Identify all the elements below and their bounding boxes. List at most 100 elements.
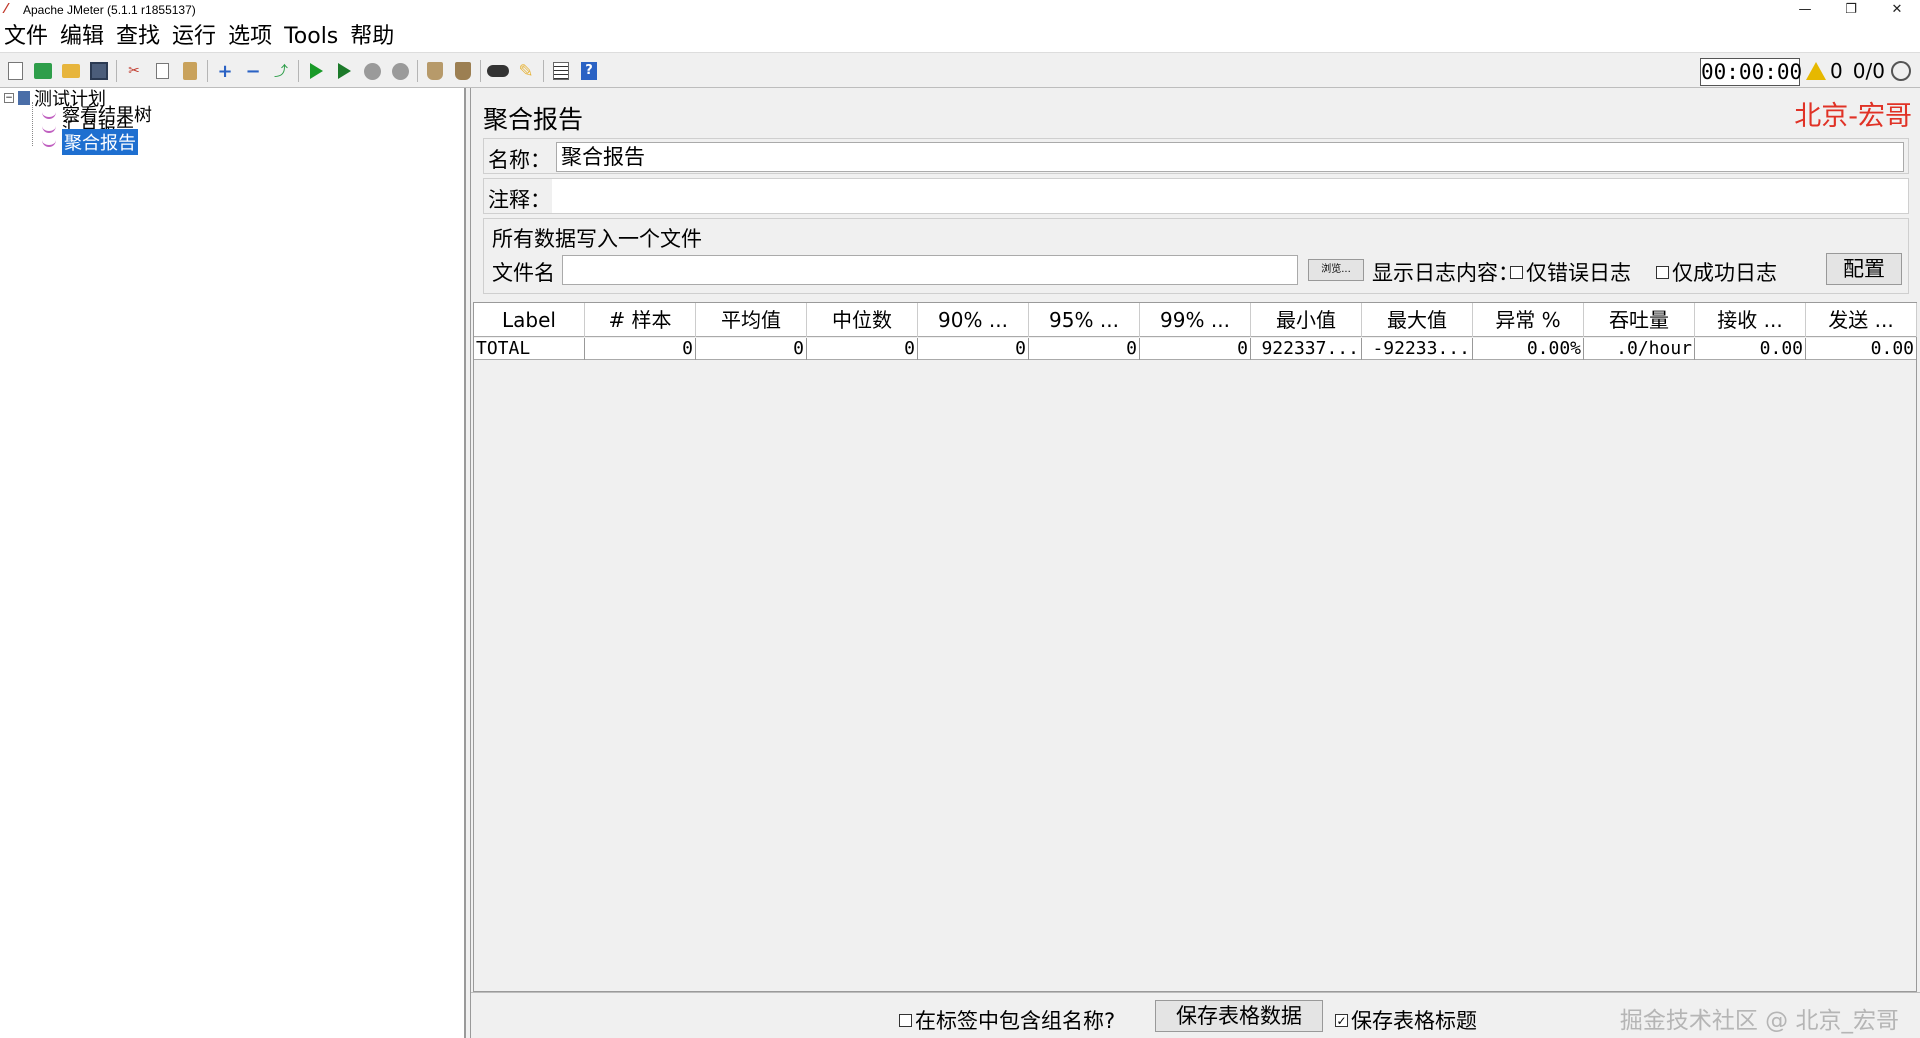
test-plan-icon (18, 91, 30, 105)
checkbox-box[interactable] (1510, 265, 1523, 279)
success-only-label: 仅成功日志 (1672, 261, 1777, 285)
restore-button[interactable]: ❐ (1828, 0, 1874, 22)
table-cell: 0.00 (1695, 338, 1806, 360)
table-cell: 0.00% (1473, 338, 1584, 360)
name-row: 名称： 聚合报告 (483, 138, 1909, 174)
reset-search-icon[interactable]: ✎ (515, 60, 537, 82)
table-cell: 0 (1029, 338, 1140, 360)
checkbox-box[interactable] (1335, 1013, 1348, 1027)
shutdown-icon[interactable] (389, 60, 411, 82)
log-display-label: 显示日志内容： (1372, 261, 1519, 285)
menu-search[interactable]: 查找 (116, 23, 160, 51)
save-table-data-button[interactable]: 保存表格数据 (1155, 1000, 1323, 1032)
menu-edit[interactable]: 编辑 (60, 23, 104, 51)
toolbar-separator (543, 60, 544, 82)
name-field[interactable]: 聚合报告 (556, 142, 1904, 172)
errors-only-label: 仅错误日志 (1526, 261, 1631, 285)
start-no-pause-icon[interactable] (333, 60, 355, 82)
filename-field[interactable] (562, 255, 1298, 285)
column-header[interactable]: 最大值 (1362, 303, 1473, 337)
templates-icon[interactable] (32, 60, 54, 82)
site-watermark: 掘金技术社区 @ 北京_宏哥 (1619, 1008, 1899, 1034)
cut-icon[interactable]: ✂ (123, 60, 145, 82)
toolbar-separator (417, 60, 418, 82)
copy-icon[interactable] (151, 60, 173, 82)
warning-count: 0 (1830, 59, 1843, 83)
table-cell: TOTAL (474, 338, 585, 360)
file-group-title: 所有数据写入一个文件 (492, 227, 702, 251)
author-watermark: 北京-宏哥 (1794, 101, 1912, 132)
checkbox-box[interactable] (1656, 265, 1669, 279)
new-icon[interactable] (4, 60, 26, 82)
stop-icon[interactable] (361, 60, 383, 82)
comment-label: 注释： (488, 188, 551, 212)
search-icon[interactable] (487, 60, 509, 82)
active-threads: 0/0 (1852, 59, 1885, 83)
column-header[interactable]: 接收 ... (1695, 303, 1806, 337)
test-plan-tree-panel: − 测试计划 察看结果树 汇总报告 聚合报告 (0, 88, 466, 1038)
start-icon[interactable] (305, 60, 327, 82)
menu-tools[interactable]: Tools (284, 23, 338, 51)
include-group-name-label: 在标签中包含组名称? (915, 1009, 1116, 1033)
table-cell: 922337... (1251, 338, 1362, 360)
success-only-checkbox[interactable]: 仅成功日志 (1656, 257, 1777, 287)
help-icon[interactable]: ? (578, 60, 600, 82)
title-bar: ⁄ Apache JMeter (5.1.1 r1855137) — ❐ ✕ (0, 0, 1920, 22)
column-header[interactable]: 平均值 (696, 303, 807, 337)
column-header[interactable]: 99% ... (1140, 303, 1251, 337)
configure-button[interactable]: 配置 (1826, 253, 1902, 285)
menu-options[interactable]: 选项 (228, 23, 272, 51)
collapse-toggle-icon[interactable]: − (4, 93, 14, 103)
table-cell: 0.00 (1806, 338, 1917, 360)
browse-button[interactable]: 浏览... (1308, 259, 1364, 281)
table-cell: 0 (696, 338, 807, 360)
save-table-header-checkbox[interactable]: 保存表格标题 (1335, 1005, 1477, 1035)
include-group-name-checkbox[interactable]: 在标签中包含组名称? (899, 1005, 1115, 1035)
column-header[interactable]: 95% ... (1029, 303, 1140, 337)
elapsed-timer: 00:00:00 (1700, 58, 1803, 86)
save-table-header-label: 保存表格标题 (1351, 1009, 1477, 1033)
column-header[interactable]: # 样本 (585, 303, 696, 337)
table-cell: .0/hour (1584, 338, 1695, 360)
toolbar-separator (298, 60, 299, 82)
write-to-file-group: 所有数据写入一个文件 文件名 浏览... 显示日志内容： 仅错误日志 仅成功日志… (483, 218, 1909, 294)
paste-icon[interactable] (179, 60, 201, 82)
listener-icon (42, 137, 56, 147)
function-helper-icon[interactable] (550, 60, 572, 82)
table-cell: 0 (807, 338, 918, 360)
clear-all-icon[interactable] (452, 60, 474, 82)
errors-only-checkbox[interactable]: 仅错误日志 (1510, 257, 1631, 287)
bottom-bar: 在标签中包含组名称? 保存表格数据 保存表格标题 掘金技术社区 @ 北京_宏哥 (471, 992, 1920, 1038)
column-header[interactable]: 发送 ... (1806, 303, 1917, 337)
clear-icon[interactable] (424, 60, 446, 82)
table-cell: 0 (585, 338, 696, 360)
filename-label: 文件名 (492, 261, 555, 285)
status-indicators: 0 0/0 (1806, 57, 1911, 85)
remote-status-icon (1890, 61, 1911, 81)
checkbox-box[interactable] (899, 1013, 912, 1027)
toolbar-separator (480, 60, 481, 82)
expand-icon[interactable]: + (214, 60, 236, 82)
tree-node-aggregate-report[interactable]: 聚合报告 (42, 129, 138, 155)
open-icon[interactable] (60, 60, 82, 82)
menu-run[interactable]: 运行 (172, 23, 216, 51)
menu-help[interactable]: 帮助 (350, 23, 394, 51)
collapse-icon[interactable]: − (242, 60, 264, 82)
minimize-button[interactable]: — (1782, 0, 1828, 22)
close-button[interactable]: ✕ (1874, 0, 1920, 22)
warning-icon[interactable] (1806, 62, 1826, 80)
aggregate-report-panel: 聚合报告 北京-宏哥 名称： 聚合报告 注释： 所有数据写入一个文件 文件名 浏… (470, 88, 1920, 1038)
column-header[interactable]: Label (474, 303, 585, 337)
column-header[interactable]: 异常 % (1473, 303, 1584, 337)
column-header[interactable]: 90% ... (918, 303, 1029, 337)
comment-field[interactable] (552, 179, 1908, 213)
table-row[interactable]: TOTAL 0 0 0 0 0 0 922337... -92233... 0.… (474, 338, 1917, 360)
column-header[interactable]: 中位数 (807, 303, 918, 337)
toggle-icon[interactable]: ⤴ (270, 60, 292, 82)
column-header[interactable]: 最小值 (1251, 303, 1362, 337)
column-header[interactable]: 吞吐量 (1584, 303, 1695, 337)
save-icon[interactable] (88, 60, 110, 82)
comment-row: 注释： (483, 178, 1909, 214)
name-label: 名称： (488, 148, 551, 172)
menu-file[interactable]: 文件 (4, 23, 48, 51)
